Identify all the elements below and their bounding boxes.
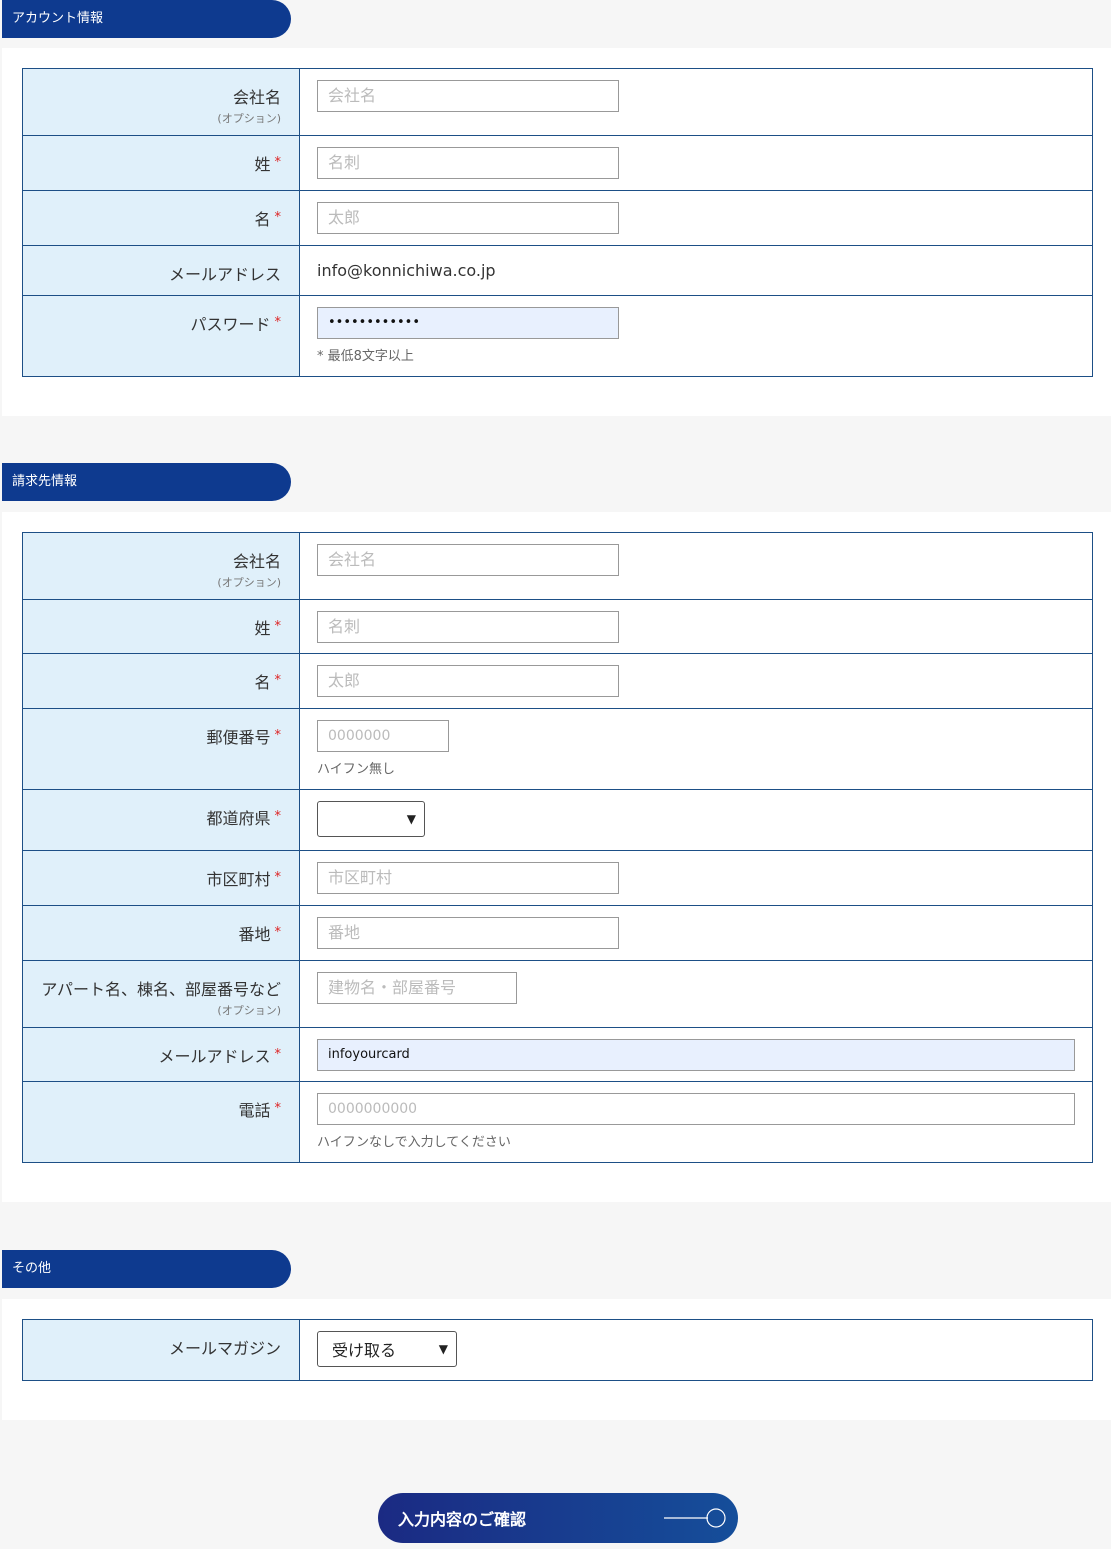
city-label: 市区町村 [206,870,271,889]
street-label: 番地 [238,925,271,944]
phone-hint: ハイフンなしで入力してください [317,1135,511,1150]
lastname-label: 姓 [254,155,271,174]
firstname-input[interactable]: 太郎 [317,202,619,234]
pref-select[interactable]: ▼ [317,801,425,837]
billing-email-label: メールアドレス [158,1047,271,1066]
city-input[interactable]: 市区町村 [317,862,619,894]
row-pref: 都道府県 * ▼ [22,789,1093,851]
section-header-billing: 請求先情報 [2,463,291,501]
required-mark: * [274,925,282,940]
account-panel: 会社名 (オプション) 会社名 姓 * 名刺 名 * 太郎 メールアドレス info@… [2,48,1111,416]
required-mark: * [274,1047,282,1062]
section-header-account: アカウント情報 [2,0,291,38]
section-header-other: その他 [2,1250,291,1288]
row-city: 市区町村 * 市区町村 [22,850,1093,906]
row-email: メールアドレス info@konnichiwa.co.jp [22,245,1093,296]
required-mark: * [274,210,282,225]
magazine-label: メールマガジン [168,1339,281,1358]
row-billing-lastname: 姓 * 名刺 [22,599,1093,654]
billing-company-label: 会社名 [232,552,281,571]
arrow-circle-icon [664,1508,726,1528]
billing-panel: 会社名 (オプション) 会社名 姓 * 名刺 名 * 太郎 郵便番号 * 0000000… [2,512,1111,1202]
billing-lastname-input[interactable]: 名刺 [317,611,619,643]
row-zip: 郵便番号 * 0000000 ハイフン無し [22,708,1093,790]
row-billing-company: 会社名 (オプション) 会社名 [22,532,1093,600]
building-input[interactable]: 建物名・部屋番号 [317,972,517,1004]
required-mark: * [274,728,282,743]
street-input[interactable]: 番地 [317,917,619,949]
zip-hint: ハイフン無し [317,762,396,777]
password-label: パスワード [190,315,271,334]
confirm-button[interactable]: 入力内容のご確認 [378,1493,738,1543]
row-billing-firstname: 名 * 太郎 [22,653,1093,709]
required-mark: * [274,1101,282,1116]
row-firstname: 名 * 太郎 [22,190,1093,246]
firstname-label: 名 [254,210,271,229]
zip-input[interactable]: 0000000 [317,720,449,752]
email-label: メールアドレス [168,265,281,284]
billing-lastname-label: 姓 [254,619,271,638]
billing-firstname-input[interactable]: 太郎 [317,665,619,697]
optional-note: (オプション) [217,1004,281,1017]
magazine-select[interactable]: 受け取る ▼ [317,1331,457,1367]
row-magazine: メールマガジン 受け取る ▼ [22,1319,1093,1381]
email-value: info@konnichiwa.co.jp [317,261,496,280]
optional-note: (オプション) [217,576,281,589]
row-phone: 電話 * 0000000000 ハイフンなしで入力してください [22,1081,1093,1163]
other-form: メールマガジン 受け取る ▼ [22,1319,1093,1381]
row-lastname: 姓 * 名刺 [22,135,1093,191]
chevron-down-icon: ▼ [406,812,416,826]
billing-company-input[interactable]: 会社名 [317,544,619,576]
billing-email-input[interactable]: infoyourcard [317,1039,1075,1071]
confirm-label: 入力内容のご確認 [398,1510,527,1529]
password-hint: * 最低8文字以上 [317,349,414,364]
row-password: パスワード * •••••••••••• * 最低8文字以上 [22,295,1093,377]
chevron-down-icon: ▼ [438,1342,448,1356]
phone-input[interactable]: 0000000000 [317,1093,1075,1125]
required-mark: * [274,155,282,170]
row-billing-email: メールアドレス * infoyourcard [22,1027,1093,1082]
lastname-input[interactable]: 名刺 [317,147,619,179]
row-company: 会社名 (オプション) 会社名 [22,68,1093,136]
billing-firstname-label: 名 [254,673,271,692]
required-mark: * [274,809,282,824]
phone-label: 電話 [238,1101,271,1120]
account-form: 会社名 (オプション) 会社名 姓 * 名刺 名 * 太郎 メールアドレス info@… [22,68,1093,377]
zip-label: 郵便番号 [206,728,271,747]
required-mark: * [274,673,282,688]
required-mark: * [274,315,282,330]
other-panel: メールマガジン 受け取る ▼ [2,1299,1111,1420]
company-input[interactable]: 会社名 [317,80,619,112]
pref-label: 都道府県 [206,809,271,828]
building-label: アパート名、棟名、部屋番号など [41,980,281,999]
billing-form: 会社名 (オプション) 会社名 姓 * 名刺 名 * 太郎 郵便番号 * 0000000… [22,532,1093,1163]
magazine-selected: 受け取る [332,1341,397,1360]
row-building: アパート名、棟名、部屋番号など (オプション) 建物名・部屋番号 [22,960,1093,1028]
company-label: 会社名 [232,88,281,107]
required-mark: * [274,870,282,885]
password-input[interactable]: •••••••••••• [317,307,619,339]
row-street: 番地 * 番地 [22,905,1093,961]
optional-note: (オプション) [217,112,281,125]
required-mark: * [274,619,282,634]
